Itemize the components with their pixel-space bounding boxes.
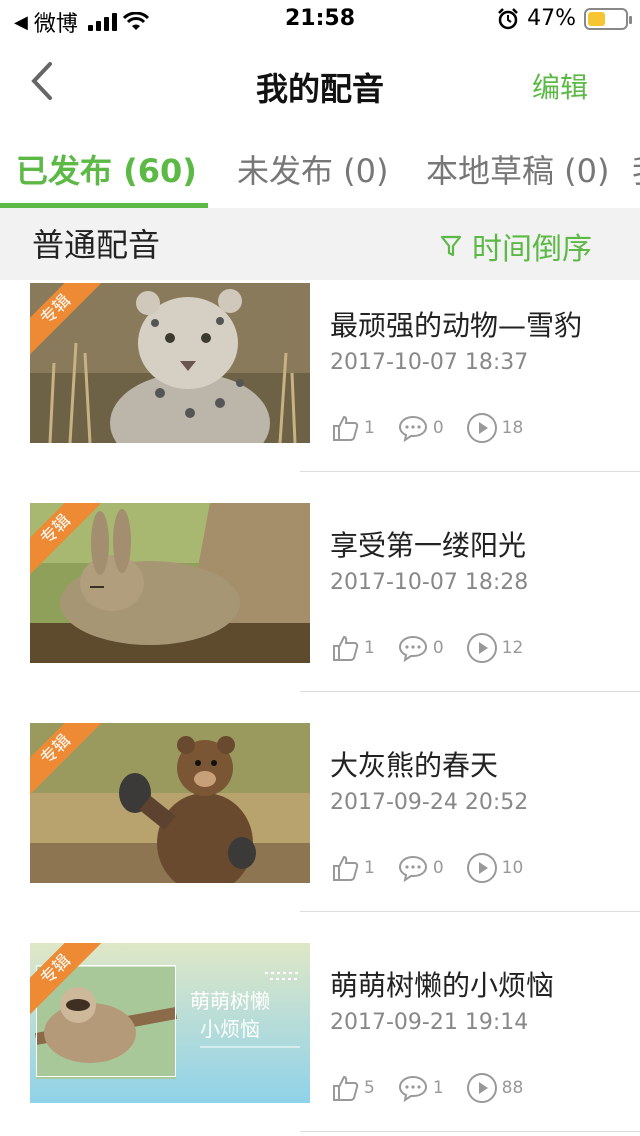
comment-icon <box>398 415 427 442</box>
comment-count: 0 <box>432 858 444 878</box>
like-count: 1 <box>364 638 375 658</box>
status-right: 47% <box>497 6 632 31</box>
item-date: 2017-10-07 18:28 <box>330 570 529 595</box>
item-stats: 1 0 10 <box>330 852 523 884</box>
play-count: 12 <box>501 638 524 658</box>
tab-unpublished[interactable]: 未发布 (0) <box>237 146 389 192</box>
item-date: 2017-10-07 18:37 <box>330 350 529 375</box>
like-count: 1 <box>364 418 375 438</box>
sort-label: 时间倒序 <box>472 232 592 267</box>
alarm-icon <box>498 7 518 29</box>
play-stat[interactable]: 10 <box>466 852 524 884</box>
thumbs-up-icon <box>333 635 359 661</box>
play-stat[interactable]: 88 <box>466 1072 524 1104</box>
like-stat[interactable]: 1 <box>330 853 375 883</box>
tab-local-drafts[interactable]: 本地草稿 (0) <box>426 146 610 192</box>
battery-fill <box>588 11 605 26</box>
caption-line-2: 小烦恼 <box>200 1017 260 1041</box>
comment-count: 0 <box>432 638 444 658</box>
play-stat[interactable]: 18 <box>466 412 524 444</box>
item-title: 萌萌树懒的小烦恼 <box>330 969 555 1002</box>
thumbnail-chinchilla: 专辑 <box>30 503 310 663</box>
thumbnail-snow-leopard: 专辑 <box>30 283 310 443</box>
thumbnail-grizzly-bear: 专辑 <box>30 723 310 883</box>
comment-icon <box>398 635 427 662</box>
item-stats: 5 1 88 <box>330 1072 523 1104</box>
edit-button[interactable]: 编辑 <box>532 66 588 106</box>
play-icon <box>466 633 497 663</box>
battery-percent: 47% <box>527 6 576 31</box>
thumbnail-sloth: 萌萌树懒 小烦恼 专辑 <box>30 943 310 1103</box>
item-title: 大灰熊的春天 <box>330 749 499 782</box>
like-stat[interactable]: 1 <box>330 413 375 443</box>
section-title: 普通配音 <box>32 226 161 264</box>
play-icon <box>466 1073 497 1103</box>
comment-stat[interactable]: 0 <box>397 854 444 882</box>
item-divider <box>300 691 640 692</box>
play-count: 88 <box>501 1078 524 1098</box>
like-count: 5 <box>364 1078 375 1098</box>
comment-stat[interactable]: 0 <box>397 634 444 662</box>
item-divider <box>300 471 640 472</box>
item-stats: 1 0 12 <box>330 632 523 664</box>
filter-bar: 普通配音 时间倒序 <box>0 208 640 280</box>
play-icon <box>466 413 497 443</box>
thumbnail-caption: 萌萌树懒 小烦恼 <box>190 987 270 1043</box>
caption-line-1: 萌萌树懒 <box>190 989 270 1013</box>
play-stat[interactable]: 12 <box>466 632 524 664</box>
play-icon <box>466 853 497 883</box>
item-title: 享受第一缕阳光 <box>330 529 527 562</box>
like-count: 1 <box>364 858 375 878</box>
comment-stat[interactable]: 1 <box>397 1074 444 1102</box>
comment-count: 0 <box>432 418 444 438</box>
comment-icon <box>398 1075 427 1102</box>
tab-published[interactable]: 已发布 (60) <box>16 146 197 192</box>
comment-count: 1 <box>432 1078 444 1098</box>
tab-more[interactable]: 我 <box>632 146 640 192</box>
tab-bar: 已发布 (60) 未发布 (0) 本地草稿 (0) 我 <box>0 128 640 208</box>
list-item[interactable]: 专辑 大灰熊的春天 2017-09-24 20:52 1 0 10 <box>0 720 640 940</box>
list-item[interactable]: 专辑 最顽强的动物—雪豹 2017-10-07 18:37 1 0 18 <box>0 280 640 500</box>
battery-icon <box>584 7 632 30</box>
nav-bar: 我的配音 编辑 <box>0 40 640 128</box>
play-count: 18 <box>501 418 524 438</box>
like-stat[interactable]: 5 <box>330 1073 375 1103</box>
item-divider <box>300 1131 640 1132</box>
play-count: 10 <box>501 858 524 878</box>
item-stats: 1 0 18 <box>330 412 523 444</box>
item-divider <box>300 911 640 912</box>
list-item[interactable]: 专辑 享受第一缕阳光 2017-10-07 18:28 1 0 12 <box>0 500 640 720</box>
status-bar: ◀ 微博 21:58 47% <box>0 0 640 40</box>
list-item[interactable]: 萌萌树懒 小烦恼 专辑 萌萌树懒的小烦恼 2017-09-21 19:14 5 … <box>0 940 640 1136</box>
thumbs-up-icon <box>333 1075 359 1101</box>
filter-icon <box>440 235 462 257</box>
like-stat[interactable]: 1 <box>330 633 375 663</box>
item-date: 2017-09-21 19:14 <box>330 1010 529 1035</box>
item-title: 最顽强的动物—雪豹 <box>330 309 583 342</box>
thumbs-up-icon <box>333 855 359 881</box>
comment-stat[interactable]: 0 <box>397 414 444 442</box>
dubbing-list: 专辑 最顽强的动物—雪豹 2017-10-07 18:37 1 0 18 专辑 … <box>0 280 640 1136</box>
comment-icon <box>398 855 427 882</box>
sort-button[interactable]: 时间倒序 <box>440 224 592 268</box>
item-date: 2017-09-24 20:52 <box>330 790 529 815</box>
thumbs-up-icon <box>333 415 359 441</box>
